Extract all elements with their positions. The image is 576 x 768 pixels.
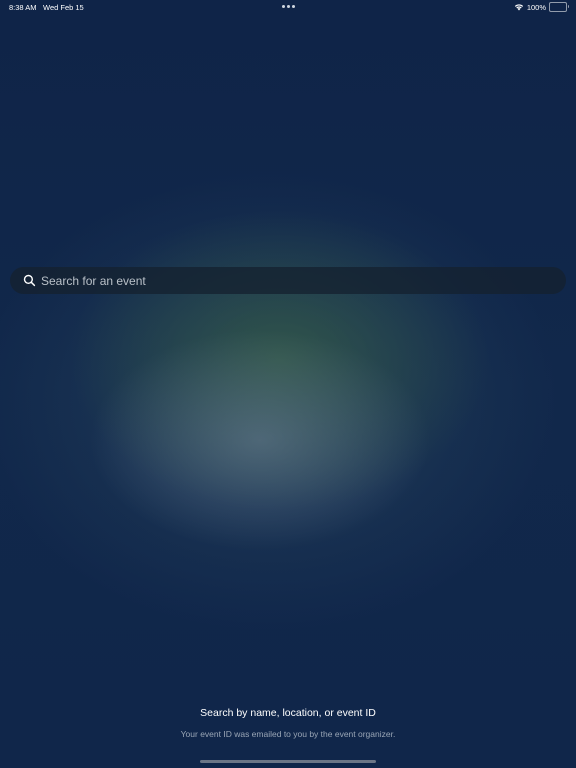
search-bar[interactable] [10, 267, 566, 294]
status-date: Wed Feb 15 [43, 3, 84, 12]
search-input[interactable] [40, 267, 556, 294]
status-right-group: 100% [514, 2, 569, 12]
search-hint-subtitle: Your event ID was emailed to you by the … [180, 729, 396, 739]
background-gradient [0, 0, 576, 768]
dot [282, 5, 285, 8]
dot [292, 5, 295, 8]
search-icon [23, 274, 36, 287]
battery-cap [567, 5, 569, 8]
multitasking-dots-icon[interactable] [282, 5, 295, 8]
wifi-icon [514, 3, 524, 11]
home-indicator[interactable] [200, 760, 376, 763]
battery-icon [549, 2, 569, 12]
battery-percent: 100% [526, 2, 546, 12]
status-bar: 8:38 AM Wed Feb 15 100% [0, 0, 576, 14]
status-time: 8:38 AM [9, 3, 37, 12]
dot [287, 5, 290, 8]
search-hint-title: Search by name, location, or event ID [200, 707, 376, 719]
